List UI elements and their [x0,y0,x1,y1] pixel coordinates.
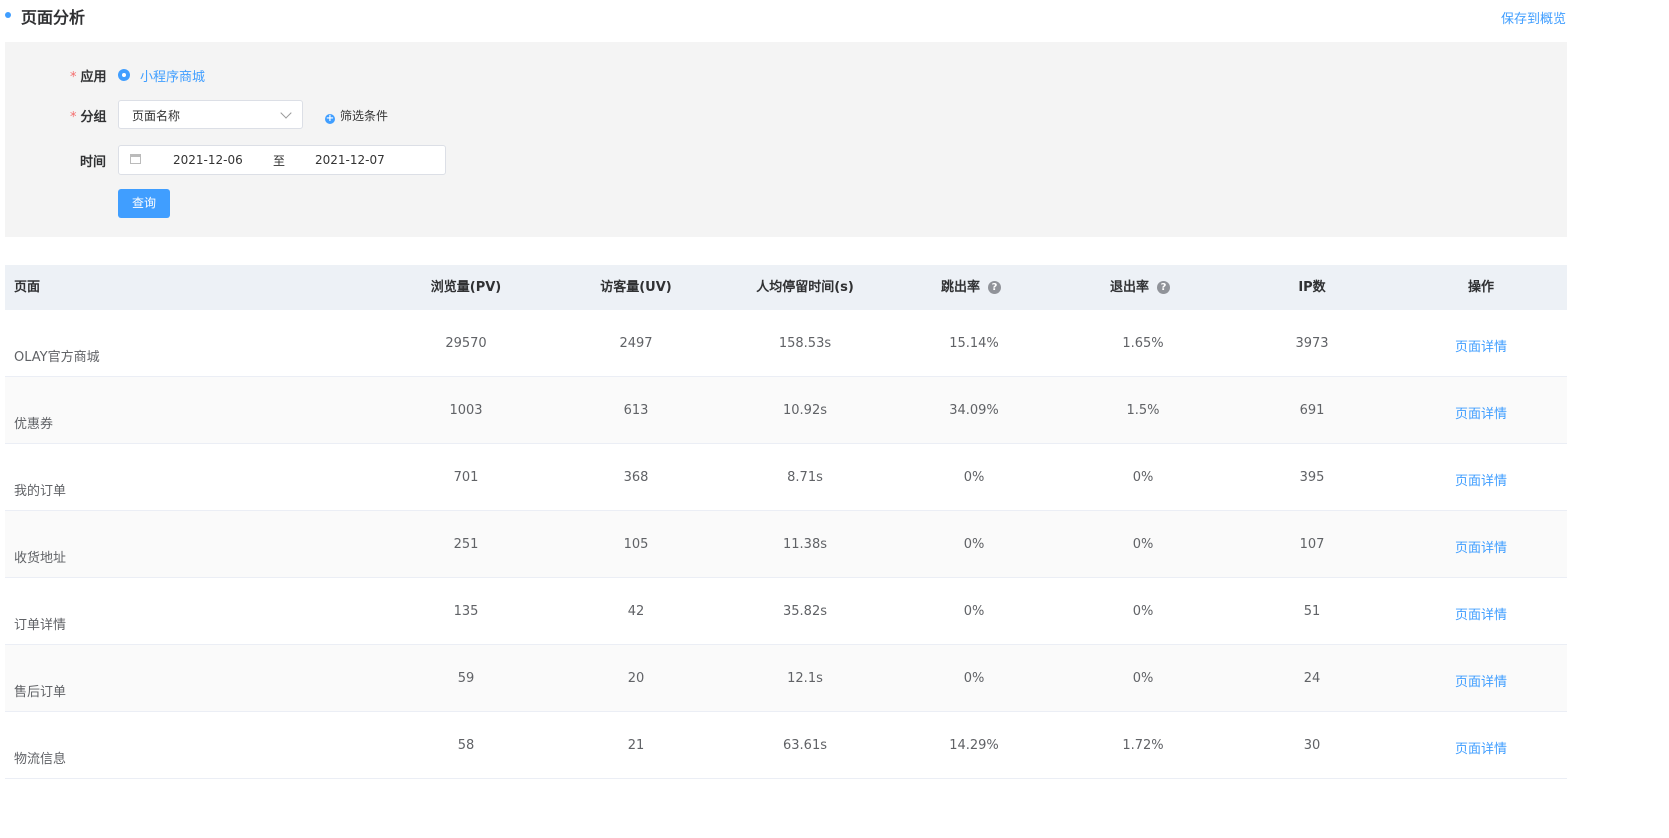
required-mark: * [70,70,77,85]
cell-uv: 105 [566,537,706,552]
cell-ip: 24 [1262,671,1362,686]
cell-exit-rate: 0% [1073,537,1213,552]
cell-avg-stay: 10.92s [725,403,885,418]
cell-action[interactable]: 页面详情 [1431,336,1531,355]
table-row: 订单详情 135 42 35.82s 0% 0% 51 页面详情 [5,578,1567,645]
cell-bounce-rate: 0% [904,671,1044,686]
date-end[interactable]: 2021-12-07 [315,153,385,167]
cell-exit-rate: 1.65% [1073,336,1213,351]
table-header: 页面 浏览量(PV) 访客量(UV) 人均停留时间(s) 跳出率? 退出率? I… [5,265,1567,310]
save-to-overview-link[interactable]: 保存到概览 [1501,8,1566,27]
table-row: OLAY官方商城 29570 2497 158.53s 15.14% 1.65% 3973 页… [5,310,1567,377]
col-action: 操作 [1431,265,1531,310]
cell-bounce-rate: 34.09% [904,403,1044,418]
col-bounce-rate: 跳出率? [941,265,1001,310]
required-mark: * [70,110,77,125]
table-row: 优惠券 1003 613 10.92s 34.09% 1.5% 691 页面详情 [5,377,1567,444]
date-start[interactable]: 2021-12-06 [173,153,243,167]
cell-avg-stay: 35.82s [725,604,885,619]
help-icon[interactable]: ? [1157,281,1170,294]
col-ip: IP数 [1262,265,1362,310]
group-select[interactable]: 页面名称 [118,100,303,129]
cell-exit-rate: 0% [1073,604,1213,619]
group-label: *分组 [70,106,107,125]
cell-pv: 701 [396,470,536,485]
cell-page: 优惠券 [14,413,53,432]
cell-uv: 42 [566,604,706,619]
cell-pv: 135 [396,604,536,619]
cell-ip: 107 [1262,537,1362,552]
cell-action[interactable]: 页面详情 [1431,738,1531,757]
cell-ip: 51 [1262,604,1362,619]
cell-page: 物流信息 [14,748,66,767]
cell-ip: 30 [1262,738,1362,753]
cell-avg-stay: 12.1s [725,671,885,686]
query-button[interactable]: 查询 [118,189,170,218]
table-row: 物流信息 58 21 63.61s 14.29% 1.72% 30 页面详情 [5,712,1567,779]
filter-panel: *应用 小程序商城 *分组 页面名称 +筛选条件 时间 2021-12-06 至… [5,42,1567,237]
plus-circle-icon: + [325,114,335,124]
cell-avg-stay: 158.53s [725,336,885,351]
cell-action[interactable]: 页面详情 [1431,403,1531,422]
cell-uv: 2497 [566,336,706,351]
cell-uv: 21 [566,738,706,753]
cell-uv: 20 [566,671,706,686]
col-uv: 访客量(UV) [566,265,706,310]
cell-exit-rate: 0% [1073,470,1213,485]
cell-bounce-rate: 0% [904,604,1044,619]
page-analysis-table: 页面 浏览量(PV) 访客量(UV) 人均停留时间(s) 跳出率? 退出率? I… [5,265,1567,779]
cell-bounce-rate: 0% [904,537,1044,552]
cell-action[interactable]: 页面详情 [1431,604,1531,623]
cell-page: OLAY官方商城 [14,346,100,365]
cell-pv: 251 [396,537,536,552]
col-avg-stay: 人均停留时间(s) [725,265,885,310]
cell-avg-stay: 8.71s [725,470,885,485]
col-page: 页面 [14,265,40,310]
col-pv: 浏览量(PV) [396,265,536,310]
cell-ip: 395 [1262,470,1362,485]
app-radio[interactable] [118,69,130,81]
date-range-picker[interactable]: 2021-12-06 至 2021-12-07 [118,145,446,175]
cell-action[interactable]: 页面详情 [1431,671,1531,690]
time-label: 时间 [80,151,106,170]
page-header: 页面分析 保存到概览 [0,0,1669,34]
cell-page: 收货地址 [14,547,66,566]
help-icon[interactable]: ? [988,281,1001,294]
cell-pv: 29570 [396,336,536,351]
cell-uv: 368 [566,470,706,485]
cell-exit-rate: 1.5% [1073,403,1213,418]
table-body: OLAY官方商城 29570 2497 158.53s 15.14% 1.65% 3973 页… [5,310,1567,779]
calendar-icon [130,154,141,164]
cell-bounce-rate: 0% [904,470,1044,485]
table-row: 收货地址 251 105 11.38s 0% 0% 107 页面详情 [5,511,1567,578]
cell-action[interactable]: 页面详情 [1431,470,1531,489]
table-row: 售后订单 59 20 12.1s 0% 0% 24 页面详情 [5,645,1567,712]
table-row: 我的订单 701 368 8.71s 0% 0% 395 页面详情 [5,444,1567,511]
cell-avg-stay: 63.61s [725,738,885,753]
app-label: *应用 [70,66,107,85]
cell-page: 订单详情 [14,614,66,633]
chevron-down-icon [280,107,291,118]
cell-avg-stay: 11.38s [725,537,885,552]
cell-exit-rate: 0% [1073,671,1213,686]
title-dot-icon [5,12,11,18]
cell-action[interactable]: 页面详情 [1431,537,1531,556]
cell-bounce-rate: 14.29% [904,738,1044,753]
cell-pv: 1003 [396,403,536,418]
page-title: 页面分析 [21,4,85,28]
app-radio-label[interactable]: 小程序商城 [140,66,205,85]
add-filter-button[interactable]: +筛选条件 [325,107,388,124]
cell-exit-rate: 1.72% [1073,738,1213,753]
date-separator: 至 [273,152,285,169]
cell-pv: 58 [396,738,536,753]
cell-pv: 59 [396,671,536,686]
col-exit-rate: 退出率? [1110,265,1170,310]
cell-page: 我的订单 [14,480,66,499]
cell-ip: 3973 [1262,336,1362,351]
cell-bounce-rate: 15.14% [904,336,1044,351]
cell-ip: 691 [1262,403,1362,418]
cell-page: 售后订单 [14,681,66,700]
group-select-value: 页面名称 [132,107,180,124]
cell-uv: 613 [566,403,706,418]
